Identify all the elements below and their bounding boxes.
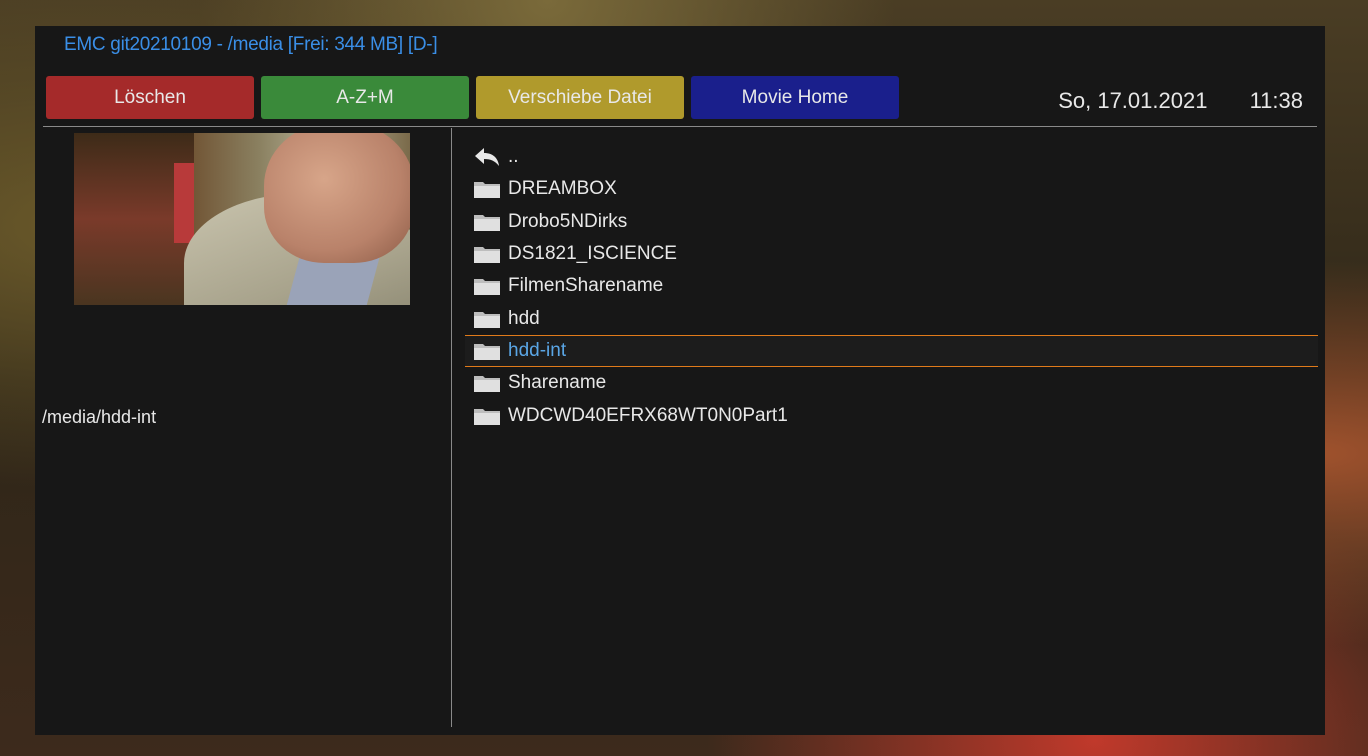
list-item-label: Sharename	[508, 372, 607, 394]
file-list: .. DREAMBOX Drobo5NDirks DS1821_ISCIENCE…	[465, 141, 1318, 432]
emc-panel: EMC git20210109 - /media [Frei: 344 MB] …	[35, 26, 1325, 735]
folder-icon	[473, 406, 501, 426]
folder-icon	[473, 341, 501, 361]
folder-icon	[473, 244, 501, 264]
list-item-folder[interactable]: Drobo5NDirks	[465, 206, 1318, 238]
delete-button[interactable]: Löschen	[46, 76, 254, 119]
sort-button[interactable]: A-Z+M	[261, 76, 469, 119]
list-item-label: Drobo5NDirks	[508, 210, 628, 232]
list-item-label: DS1821_ISCIENCE	[508, 243, 677, 265]
list-item-folder[interactable]: hdd	[465, 302, 1318, 334]
panel-title: EMC git20210109 - /media [Frei: 344 MB] …	[64, 34, 438, 55]
folder-icon	[473, 179, 501, 199]
list-item-folder-selected[interactable]: hdd-int	[465, 334, 1318, 368]
folder-icon	[473, 276, 501, 296]
folder-icon	[473, 373, 501, 393]
list-item-label: WDCWD40EFRX68WT0N0Part1	[508, 404, 788, 426]
list-item-parent[interactable]: ..	[465, 141, 1318, 173]
date-label: So, 17.01.2021	[1058, 88, 1208, 113]
folder-icon	[473, 309, 501, 329]
list-item-label: DREAMBOX	[508, 178, 617, 200]
video-preview	[74, 133, 410, 305]
datetime: So, 17.01.2021 11:38	[1058, 88, 1303, 114]
list-item-label: hdd	[508, 307, 540, 329]
list-item-folder[interactable]: DREAMBOX	[465, 173, 1318, 205]
current-path: /media/hdd-int	[42, 407, 157, 427]
list-item-label: hdd-int	[508, 339, 567, 361]
screen: EMC git20210109 - /media [Frei: 344 MB] …	[0, 0, 1368, 756]
list-item-folder[interactable]: Sharename	[465, 367, 1318, 399]
column-divider	[451, 128, 452, 727]
time-label: 11:38	[1249, 88, 1303, 113]
list-item-folder[interactable]: FilmenSharename	[465, 270, 1318, 302]
list-item-folder[interactable]: DS1821_ISCIENCE	[465, 238, 1318, 270]
list-item-label: FilmenSharename	[508, 275, 664, 297]
list-item-folder[interactable]: WDCWD40EFRX68WT0N0Part1	[465, 399, 1318, 431]
movie-home-button[interactable]: Movie Home	[691, 76, 899, 119]
move-file-button[interactable]: Verschiebe Datei	[476, 76, 684, 119]
list-item-label: ..	[508, 146, 519, 168]
back-arrow-icon	[473, 146, 501, 168]
folder-icon	[473, 212, 501, 232]
header-divider	[43, 126, 1317, 127]
